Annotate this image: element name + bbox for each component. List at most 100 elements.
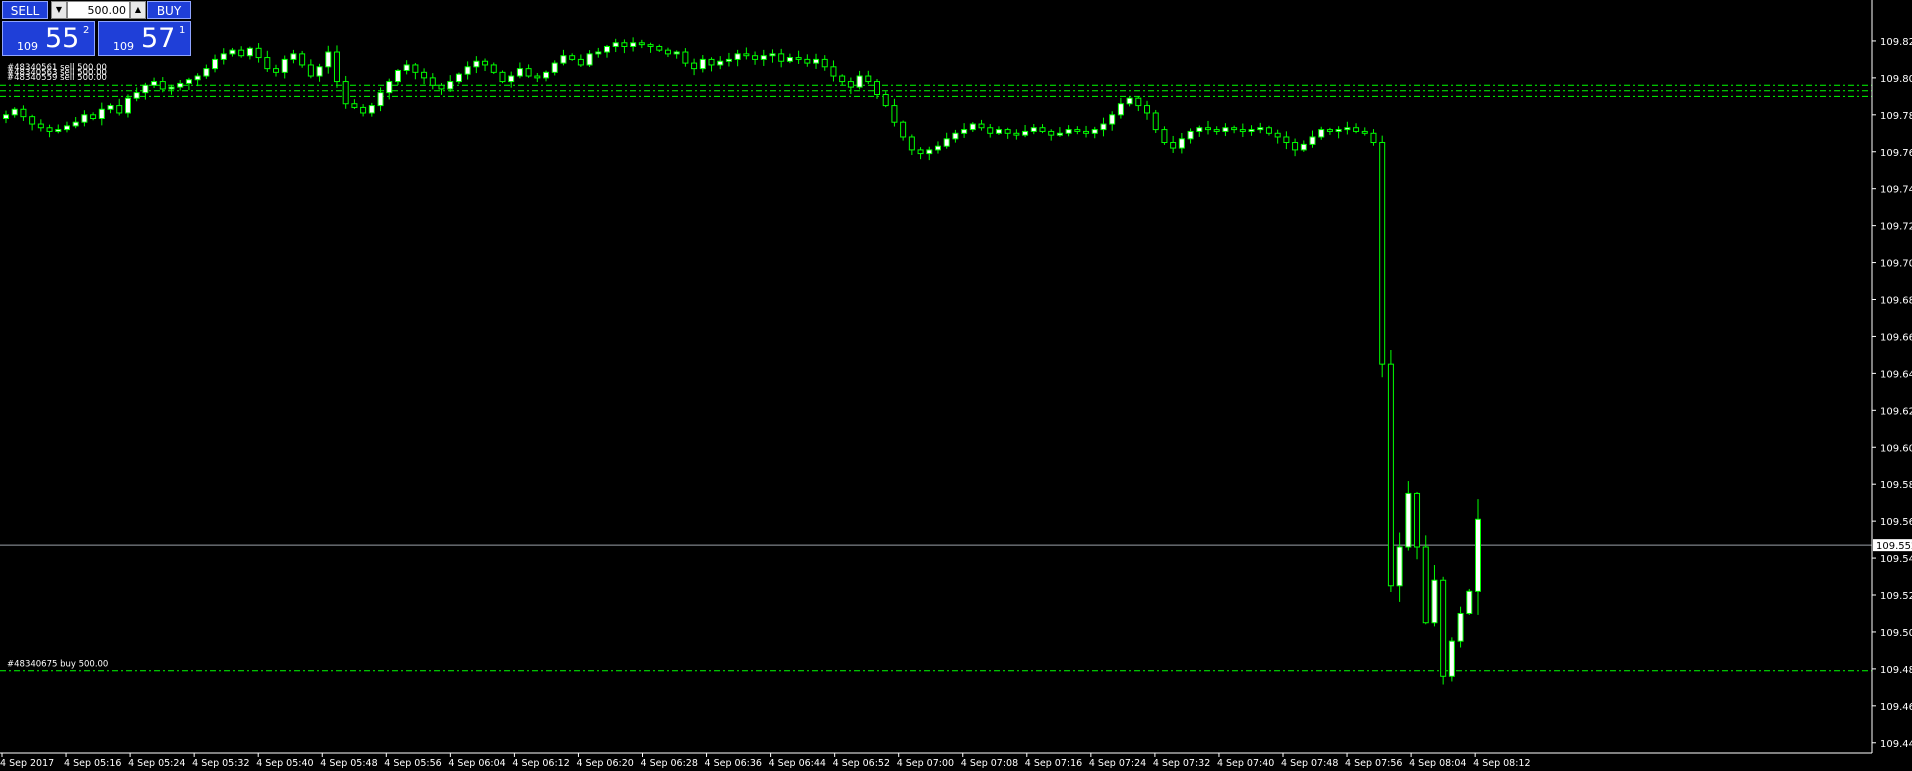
candle-body: [987, 127, 994, 134]
candle-body: [1161, 129, 1168, 144]
candle-body: [926, 149, 933, 155]
chart-background: [0, 0, 1912, 771]
candle-body: [90, 114, 97, 120]
candle-body: [603, 45, 610, 53]
volume-input[interactable]: 500.00: [67, 1, 130, 19]
price-tick-label: 109.665: [1880, 332, 1912, 343]
candle-body: [813, 58, 820, 64]
candle-body: [116, 105, 123, 114]
candle-body: [142, 84, 149, 94]
candle-body: [281, 58, 288, 73]
price-chart[interactable]: #48340561 sell 500.00#48340563 sell 500.…: [0, 0, 1912, 771]
candle-body: [1126, 97, 1133, 105]
candle-body: [865, 75, 872, 83]
candle-body: [325, 51, 332, 68]
candle-body: [1248, 129, 1255, 132]
price-tick-label: 109.565: [1880, 517, 1912, 528]
candle-body: [168, 86, 175, 90]
candle-body: [551, 62, 558, 73]
candle-body: [1300, 143, 1307, 151]
candle-body: [874, 81, 881, 95]
candle-body: [499, 71, 506, 83]
buy-button[interactable]: BUY: [147, 1, 191, 19]
buy-quote[interactable]: 109 57 1: [98, 21, 191, 56]
time-tick-label: 4 Sep 07:16: [1025, 758, 1082, 769]
price-tick-label: 109.525: [1880, 591, 1912, 602]
candle-body: [969, 123, 976, 131]
candle-body: [1213, 129, 1220, 132]
candle-body: [734, 53, 741, 60]
time-tick-label: 4 Sep 05:48: [320, 758, 377, 769]
candle-body: [795, 57, 802, 60]
candle-body: [1222, 127, 1229, 132]
candle-body: [273, 68, 280, 73]
time-tick-label: 4 Sep 07:48: [1281, 758, 1338, 769]
sell-quote[interactable]: 109 55 2: [2, 21, 95, 56]
candle-body: [786, 57, 793, 62]
candle-body: [403, 64, 410, 71]
candle-body: [229, 49, 236, 55]
candle-body: [778, 53, 785, 62]
candle-body: [360, 106, 367, 114]
candle-body: [333, 51, 340, 83]
sell-button[interactable]: SELL: [2, 1, 48, 19]
candle-body: [386, 81, 393, 94]
time-tick-label: 4 Sep 07:08: [961, 758, 1018, 769]
time-tick-label: 4 Sep 05:40: [256, 758, 313, 769]
time-tick-label: 4 Sep 08:12: [1473, 758, 1530, 769]
candle-body: [290, 53, 297, 60]
time-tick-label: 4 Sep 06:28: [641, 758, 698, 769]
candle-body: [682, 51, 689, 64]
candle-body: [1379, 142, 1386, 365]
sell-quote-big: 109: [17, 40, 38, 53]
candle-body: [664, 49, 671, 55]
price-tick-label: 109.465: [1880, 702, 1912, 713]
candle-body: [46, 127, 53, 132]
candle-body: [1091, 129, 1098, 134]
price-tick-label: 109.785: [1880, 111, 1912, 122]
one-click-trading-panel: SELL ▼ 500.00 ▲ BUY 109 55 2 109 57 1: [2, 1, 191, 56]
volume-increase-button[interactable]: ▲: [130, 1, 146, 19]
candle-body: [1361, 130, 1368, 134]
candle-body: [1239, 129, 1246, 132]
candle-body: [1135, 97, 1142, 107]
candle-body: [1144, 105, 1151, 114]
candle-body: [1448, 640, 1455, 677]
order-line-label: #48340559 sell 500.00: [7, 73, 107, 83]
candle-body: [98, 108, 105, 120]
candle-body: [743, 53, 750, 57]
candle-body: [612, 42, 619, 47]
candle-body: [3, 114, 9, 120]
buy-quote-pips: 57: [141, 23, 176, 54]
sell-quote-fraction: 2: [83, 25, 90, 36]
candle-body: [377, 92, 384, 107]
price-tick-label: 109.745: [1880, 185, 1912, 196]
time-tick-label: 4 Sep 07:32: [1153, 758, 1210, 769]
candle-body: [699, 58, 706, 70]
candle-body: [569, 55, 576, 60]
candle-body: [1274, 132, 1281, 138]
candle-body: [673, 51, 680, 55]
candle-body: [638, 42, 645, 46]
candle-body: [151, 81, 158, 86]
candle-body: [255, 47, 262, 59]
candle-body: [1083, 130, 1090, 134]
candle-body: [1187, 130, 1194, 140]
candle-body: [1204, 127, 1211, 131]
candle-body: [978, 123, 985, 129]
candle-body: [107, 105, 114, 110]
time-tick-label: 4 Sep 08:04: [1409, 758, 1466, 769]
candle-body: [55, 129, 62, 132]
candle-body: [1265, 127, 1272, 134]
candle-body: [342, 81, 349, 105]
price-tick-label: 109.805: [1880, 74, 1912, 85]
time-tick-label: 4 Sep 06:20: [576, 758, 633, 769]
candle-body: [299, 53, 306, 66]
candle-body: [952, 132, 959, 140]
volume-decrease-button[interactable]: ▼: [51, 1, 67, 19]
candle-body: [11, 108, 18, 116]
price-tick-label: 109.765: [1880, 148, 1912, 159]
candle-body: [29, 116, 36, 125]
candle-body: [577, 58, 584, 66]
candle-body: [63, 125, 70, 131]
